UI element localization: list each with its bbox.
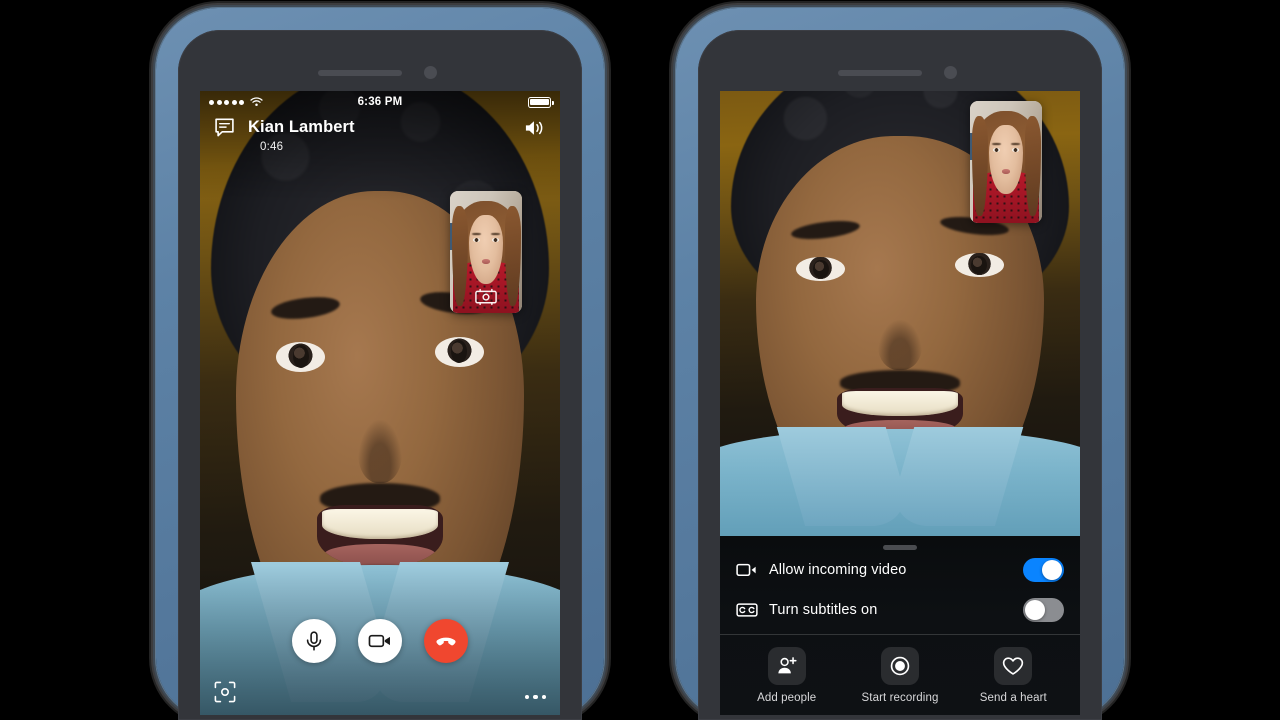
heart-icon <box>994 647 1033 685</box>
status-bar: 6:36 PM <box>200 91 560 113</box>
chat-bubble-icon[interactable] <box>214 117 235 138</box>
screenshot-icon[interactable] <box>214 681 236 703</box>
screenshot-canvas: 6:36 PM Kian Lambert 0:46 Allow incoming… <box>0 0 1280 720</box>
earpiece-speaker-icon <box>318 70 402 76</box>
toggle-label: Turn subtitles on <box>769 602 878 618</box>
front-camera-icon <box>424 66 437 79</box>
sheet-actions: Add people Start recording Send a heart <box>720 635 1080 704</box>
action-label: Send a heart <box>979 692 1047 704</box>
add-person-icon <box>767 647 806 685</box>
phone-left: 6:36 PM Kian Lambert 0:46 <box>142 0 618 720</box>
toggle-label: Allow incoming video <box>769 562 907 578</box>
turn-subtitles-on-toggle[interactable]: Turn subtitles on <box>720 590 1080 630</box>
flip-camera-icon[interactable] <box>475 288 497 306</box>
toggle-switch[interactable] <box>1023 598 1064 622</box>
call-controls <box>200 619 560 663</box>
video-camera-off-icon <box>736 562 760 578</box>
contact-name: Kian Lambert <box>248 118 355 136</box>
call-header: Kian Lambert 0:46 <box>200 117 560 153</box>
allow-incoming-video-toggle[interactable]: Allow incoming video <box>720 550 1080 590</box>
end-call-button[interactable] <box>424 619 468 663</box>
call-options-sheet: Allow incoming video Turn subtitles on A… <box>720 536 1080 715</box>
send-a-heart-action[interactable]: Send a heart <box>957 647 1070 704</box>
battery-icon <box>528 96 554 108</box>
mute-button[interactable] <box>292 619 336 663</box>
earpiece-speaker-icon <box>838 70 922 76</box>
closed-captions-icon <box>736 602 760 618</box>
action-label: Add people <box>757 692 817 704</box>
more-options-icon[interactable] <box>524 694 546 699</box>
phone-right-screen: Allow incoming video Turn subtitles on A… <box>720 91 1080 715</box>
video-button[interactable] <box>358 619 402 663</box>
speaker-icon[interactable] <box>524 118 546 138</box>
self-video-thumbnail[interactable] <box>450 191 522 313</box>
add-people-action[interactable]: Add people <box>730 647 843 704</box>
call-duration: 0:46 <box>260 141 284 153</box>
phone-right: Allow incoming video Turn subtitles on A… <box>662 0 1138 720</box>
front-camera-icon <box>944 66 957 79</box>
record-icon <box>880 647 919 685</box>
status-bar-time: 6:36 PM <box>357 96 403 108</box>
self-video-thumbnail[interactable] <box>970 101 1042 223</box>
start-recording-action[interactable]: Start recording <box>843 647 956 704</box>
toggle-switch[interactable] <box>1023 558 1064 582</box>
phone-left-screen: 6:36 PM Kian Lambert 0:46 <box>200 91 560 715</box>
action-label: Start recording <box>861 692 939 704</box>
